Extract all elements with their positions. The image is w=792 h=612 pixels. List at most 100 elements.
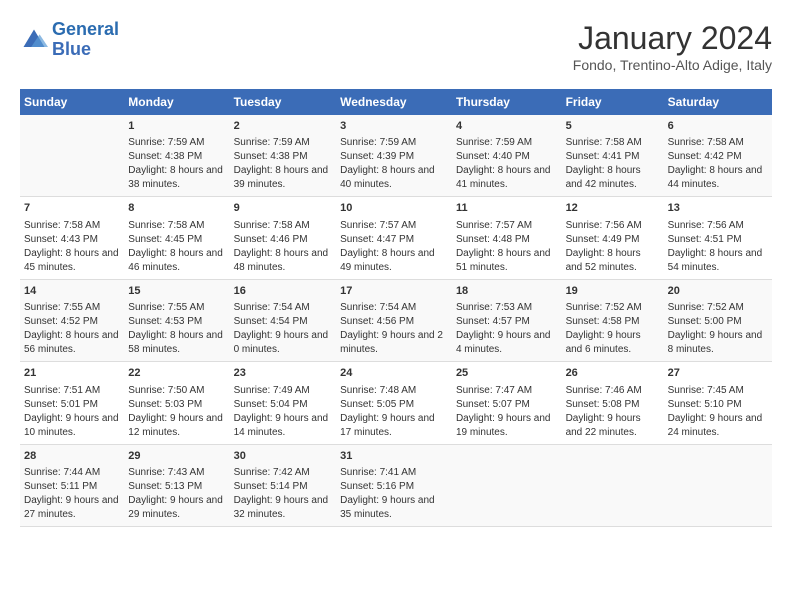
calendar-header: SundayMondayTuesdayWednesdayThursdayFrid… [20, 89, 772, 115]
calendar-cell: 11Sunrise: 7:57 AMSunset: 4:48 PMDayligh… [452, 197, 562, 279]
calendar-cell: 13 Sunrise: 7:56 AMSunset: 4:51 PMDayligh… [664, 197, 772, 279]
calendar-cell: 7 Sunrise: 7:58 AMSunset: 4:43 PMDaylight… [20, 197, 124, 279]
cell-info: Sunrise: 7:59 AMSunset: 4:39 PMDaylight:… [340, 136, 448, 192]
day-number: 15 [128, 284, 225, 299]
cell-info: Sunrise: 7:58 AMSunset: 4:43 PMDaylight:… [24, 219, 120, 275]
day-number: 6 [668, 119, 768, 134]
cell-info: Sunrise: 7:46 AMSunset: 5:08 PMDaylight:… [566, 384, 660, 440]
day-number: 18 [456, 284, 558, 299]
day-number: 16 [234, 284, 333, 299]
week-row-2: 7 Sunrise: 7:58 AMSunset: 4:43 PMDaylight… [20, 197, 772, 279]
logo-text: General Blue [52, 20, 119, 60]
cell-info: Sunrise: 7:50 AMSunset: 5:03 PMDaylight:… [128, 384, 225, 440]
calendar-cell: 31Sunrise: 7:41 AMSunset: 5:16 PMDayligh… [336, 444, 452, 526]
calendar-cell: 4Sunrise: 7:59 AMSunset: 4:40 PMDaylight… [452, 115, 562, 197]
day-number: 2 [234, 119, 333, 134]
header: General Blue January 2024 Fondo, Trentin… [20, 20, 772, 73]
calendar-cell: 24 Sunrise: 7:48 AMSunset: 5:05 PMDayligh… [336, 362, 452, 444]
day-number: 30 [234, 449, 333, 464]
cell-info: Sunrise: 7:56 AMSunset: 4:49 PMDaylight:… [566, 219, 660, 275]
cell-info: Sunrise: 7:45 AMSunset: 5:10 PMDaylight:… [668, 384, 768, 440]
calendar-cell: 15 Sunrise: 7:55 AMSunset: 4:53 PMDayligh… [124, 279, 229, 361]
day-number: 11 [456, 201, 558, 216]
cell-info: Sunrise: 7:48 AMSunset: 5:05 PMDaylight:… [340, 384, 448, 440]
cell-info: Sunrise: 7:49 AMSunset: 5:04 PMDaylight:… [234, 384, 333, 440]
day-number: 17 [340, 284, 448, 299]
day-number: 1 [128, 119, 225, 134]
calendar-cell: 23 Sunrise: 7:49 AMSunset: 5:04 PMDayligh… [230, 362, 337, 444]
logo-icon [20, 26, 48, 54]
cell-info: Sunrise: 7:54 AMSunset: 4:56 PMDaylight:… [340, 301, 448, 357]
calendar-cell: 8Sunrise: 7:58 AMSunset: 4:45 PMDaylight… [124, 197, 229, 279]
title-section: January 2024 Fondo, Trentino-Alto Adige,… [573, 20, 772, 73]
calendar-cell: 25 Sunrise: 7:47 AMSunset: 5:07 PMDayligh… [452, 362, 562, 444]
calendar-table: SundayMondayTuesdayWednesdayThursdayFrid… [20, 89, 772, 527]
cell-info: Sunrise: 7:52 AMSunset: 5:00 PMDaylight:… [668, 301, 768, 357]
cell-info: Sunrise: 7:58 AMSunset: 4:46 PMDaylight:… [234, 219, 333, 275]
day-number: 7 [24, 201, 120, 216]
cell-info: Sunrise: 7:47 AMSunset: 5:07 PMDaylight:… [456, 384, 558, 440]
day-number: 23 [234, 366, 333, 381]
cell-info: Sunrise: 7:57 AMSunset: 4:47 PMDaylight:… [340, 219, 448, 275]
main-title: January 2024 [573, 20, 772, 57]
cell-info: Sunrise: 7:51 AMSunset: 5:01 PMDaylight:… [24, 384, 120, 440]
calendar-cell [20, 115, 124, 197]
calendar-cell [562, 444, 664, 526]
day-number: 27 [668, 366, 768, 381]
day-number: 26 [566, 366, 660, 381]
cell-info: Sunrise: 7:54 AMSunset: 4:54 PMDaylight:… [234, 301, 333, 357]
day-number: 5 [566, 119, 660, 134]
week-row-3: 14Sunrise: 7:55 AMSunset: 4:52 PMDayligh… [20, 279, 772, 361]
header-row: SundayMondayTuesdayWednesdayThursdayFrid… [20, 89, 772, 115]
day-number: 10 [340, 201, 448, 216]
day-number: 25 [456, 366, 558, 381]
cell-info: Sunrise: 7:53 AMSunset: 4:57 PMDaylight:… [456, 301, 558, 357]
logo-line2: Blue [52, 39, 91, 59]
cell-info: Sunrise: 7:43 AMSunset: 5:13 PMDaylight:… [128, 466, 225, 522]
cell-info: Sunrise: 7:58 AMSunset: 4:42 PMDaylight:… [668, 136, 768, 192]
calendar-cell [452, 444, 562, 526]
calendar-cell: 22 Sunrise: 7:50 AMSunset: 5:03 PMDayligh… [124, 362, 229, 444]
day-number: 19 [566, 284, 660, 299]
calendar-cell: 1Sunrise: 7:59 AMSunset: 4:38 PMDaylight… [124, 115, 229, 197]
calendar-cell: 26 Sunrise: 7:46 AMSunset: 5:08 PMDayligh… [562, 362, 664, 444]
calendar-cell: 27 Sunrise: 7:45 AMSunset: 5:10 PMDayligh… [664, 362, 772, 444]
calendar-cell: 16 Sunrise: 7:54 AMSunset: 4:54 PMDayligh… [230, 279, 337, 361]
calendar-cell: 19 Sunrise: 7:52 AMSunset: 4:58 PMDayligh… [562, 279, 664, 361]
day-number: 28 [24, 449, 120, 464]
day-number: 13 [668, 201, 768, 216]
cell-info: Sunrise: 7:52 AMSunset: 4:58 PMDaylight:… [566, 301, 660, 357]
calendar-cell: 6 Sunrise: 7:58 AMSunset: 4:42 PMDaylight… [664, 115, 772, 197]
cell-info: Sunrise: 7:55 AMSunset: 4:53 PMDaylight:… [128, 301, 225, 357]
cell-info: Sunrise: 7:58 AMSunset: 4:45 PMDaylight:… [128, 219, 225, 275]
day-number: 24 [340, 366, 448, 381]
week-row-1: 1 Sunrise: 7:59 AMSunset: 4:38 PMDaylight… [20, 115, 772, 197]
day-number: 20 [668, 284, 768, 299]
day-number: 22 [128, 366, 225, 381]
week-row-4: 21Sunrise: 7:51 AMSunset: 5:01 PMDayligh… [20, 362, 772, 444]
cell-info: Sunrise: 7:59 AMSunset: 4:38 PMDaylight:… [234, 136, 333, 192]
calendar-cell: 3 Sunrise: 7:59 AMSunset: 4:39 PMDaylight… [336, 115, 452, 197]
day-number: 31 [340, 449, 448, 464]
calendar-cell: 12Sunrise: 7:56 AMSunset: 4:49 PMDayligh… [562, 197, 664, 279]
header-cell-friday: Friday [562, 89, 664, 115]
cell-info: Sunrise: 7:59 AMSunset: 4:40 PMDaylight:… [456, 136, 558, 192]
calendar-cell: 21Sunrise: 7:51 AMSunset: 5:01 PMDayligh… [20, 362, 124, 444]
cell-info: Sunrise: 7:56 AMSunset: 4:51 PMDaylight:… [668, 219, 768, 275]
day-number: 14 [24, 284, 120, 299]
day-number: 29 [128, 449, 225, 464]
calendar-cell [664, 444, 772, 526]
subtitle: Fondo, Trentino-Alto Adige, Italy [573, 57, 772, 73]
day-number: 9 [234, 201, 333, 216]
cell-info: Sunrise: 7:44 AMSunset: 5:11 PMDaylight:… [24, 466, 120, 522]
calendar-body: 1 Sunrise: 7:59 AMSunset: 4:38 PMDaylight… [20, 115, 772, 526]
logo: General Blue [20, 20, 119, 60]
header-cell-monday: Monday [124, 89, 229, 115]
header-cell-saturday: Saturday [664, 89, 772, 115]
day-number: 3 [340, 119, 448, 134]
header-cell-sunday: Sunday [20, 89, 124, 115]
calendar-cell: 30Sunrise: 7:42 AMSunset: 5:14 PMDayligh… [230, 444, 337, 526]
logo-line1: General [52, 19, 119, 39]
calendar-cell: 28 Sunrise: 7:44 AMSunset: 5:11 PMDayligh… [20, 444, 124, 526]
header-cell-wednesday: Wednesday [336, 89, 452, 115]
